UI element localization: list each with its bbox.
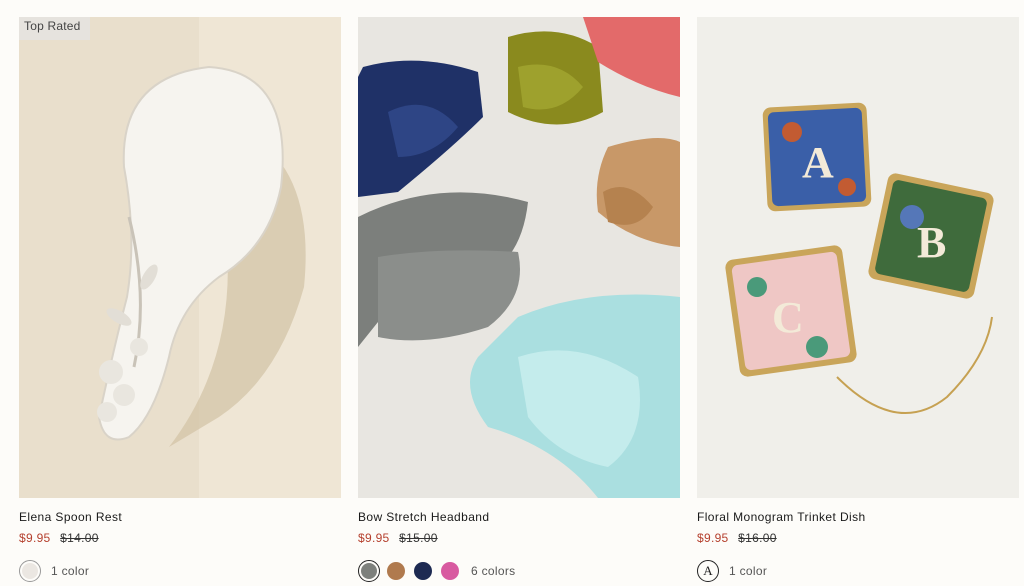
trinket-dish-image: A B C: [697, 17, 1019, 498]
color-count: 1 color: [729, 564, 768, 578]
color-count: 1 color: [51, 564, 90, 578]
original-price: $14.00: [60, 531, 99, 545]
swatch-pink[interactable]: [439, 560, 461, 582]
spoon-rest-image: [19, 17, 341, 498]
color-swatches: 1 color: [19, 560, 341, 582]
color-count: 6 colors: [471, 564, 516, 578]
sale-price: $9.95: [358, 531, 390, 545]
swatch-grey[interactable]: [358, 560, 380, 582]
product-name[interactable]: Bow Stretch Headband: [358, 510, 680, 524]
product-prices: $9.95 $15.00: [358, 531, 680, 545]
product-prices: $9.95 $16.00: [697, 531, 1019, 545]
svg-text:C: C: [772, 293, 804, 342]
color-swatches: A 1 color: [697, 560, 1019, 582]
color-swatches: 6 colors: [358, 560, 680, 582]
original-price: $15.00: [399, 531, 438, 545]
sale-price: $9.95: [19, 531, 51, 545]
svg-text:A: A: [802, 138, 834, 187]
swatch-navy[interactable]: [412, 560, 434, 582]
product-name[interactable]: Floral Monogram Trinket Dish: [697, 510, 1019, 524]
product-card: Bow Stretch Headband $9.95 $15.00 6 colo…: [358, 17, 680, 582]
monogram-letter: A: [703, 563, 713, 578]
product-card: Top Rated Elena Spoon Rest $9.95 $14.00 …: [19, 17, 341, 582]
original-price: $16.00: [738, 531, 777, 545]
product-name[interactable]: Elena Spoon Rest: [19, 510, 341, 524]
headband-image: [358, 17, 680, 498]
product-prices: $9.95 $14.00: [19, 531, 341, 545]
swatch-tan[interactable]: [385, 560, 407, 582]
product-image[interactable]: Top Rated: [19, 17, 341, 498]
swatch-white[interactable]: [19, 560, 41, 582]
product-image[interactable]: [358, 17, 680, 498]
product-image[interactable]: A B C: [697, 17, 1019, 498]
swatch-monogram-a[interactable]: A: [697, 560, 719, 582]
top-rated-badge: Top Rated: [19, 17, 90, 40]
svg-text:B: B: [917, 218, 946, 267]
product-card: A B C Floral Monogram Trinket Dish $9.95…: [697, 17, 1019, 582]
sale-price: $9.95: [697, 531, 729, 545]
